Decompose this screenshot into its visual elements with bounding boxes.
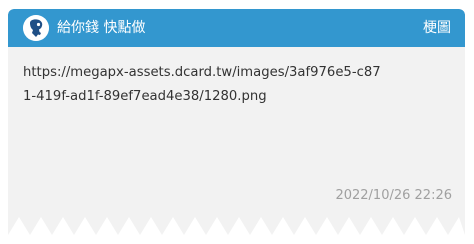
torn-edge [8,217,465,244]
